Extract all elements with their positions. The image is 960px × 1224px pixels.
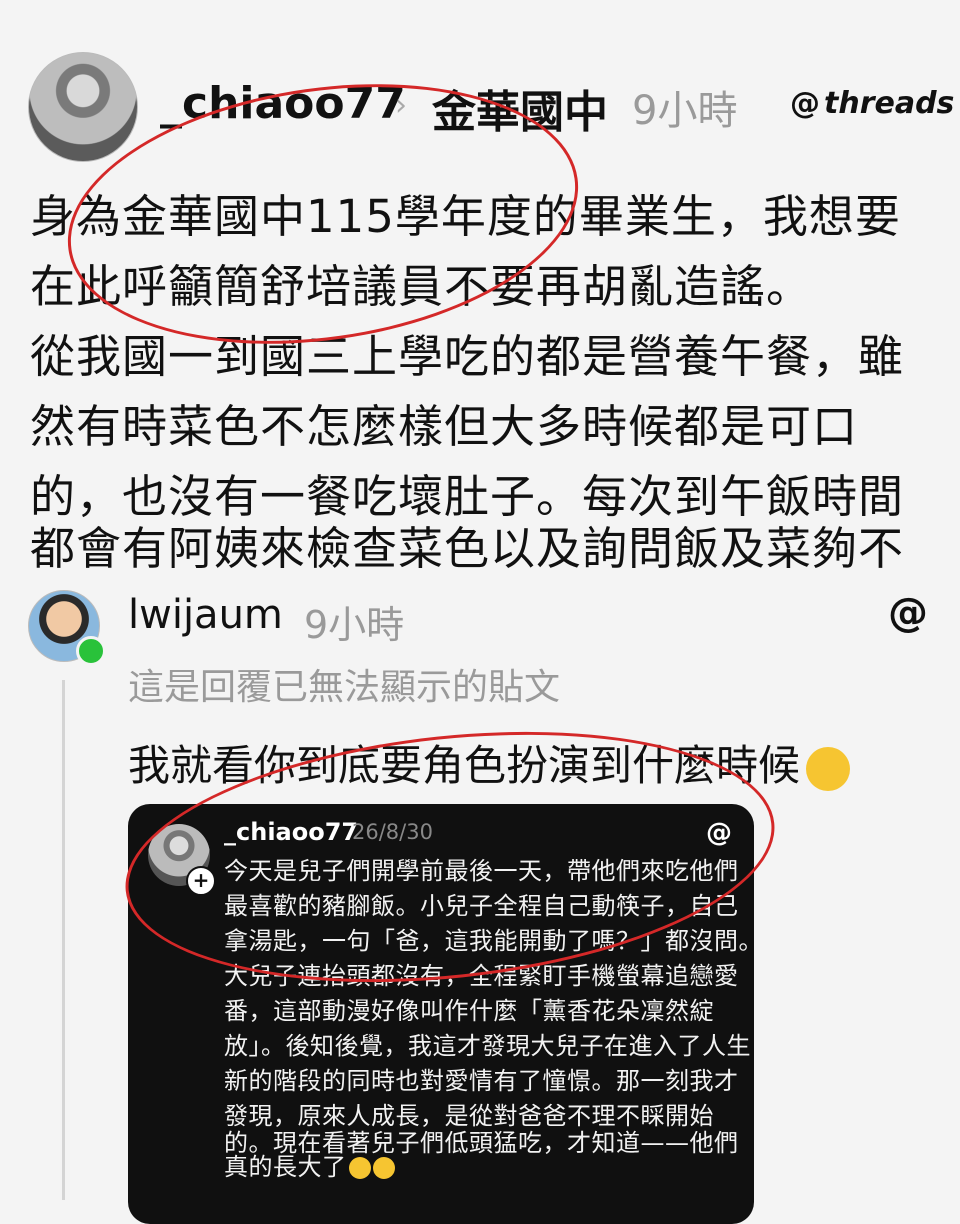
chevron-right-icon: ›: [395, 88, 407, 123]
quoted-post-date: 26/8/30: [352, 820, 433, 844]
follow-plus-icon: +: [186, 866, 216, 896]
crying-emoji-icon: [372, 1157, 395, 1179]
reply-author-username[interactable]: lwijaum: [128, 592, 283, 638]
quoted-author-username: _chiaoo77: [224, 818, 359, 846]
post-body-line: 身為金華國中115學年度的畢業生，我想要: [30, 190, 901, 243]
reply-body: 我就看你到底要角色扮演到什麼時候: [128, 732, 851, 793]
post-body-line: 在此呼籲簡舒培議員不要再胡亂造謠。: [30, 260, 813, 313]
threads-icon: @: [790, 86, 820, 121]
reply-timestamp: 9小時: [304, 603, 405, 647]
quoted-body-line: 今天是兒子們開學前最後一天，帶他們來吃他們: [224, 857, 739, 885]
thread-connector-line: [62, 680, 65, 1200]
post-timestamp: 9小時: [632, 88, 738, 134]
threads-logo: @ threads: [790, 86, 954, 121]
quoted-body-line: 番，這部動漫好像叫作什麼「薰香花朵凜然綻: [224, 997, 714, 1025]
quoted-body-line: 最喜歡的豬腳飯。小兒子全程自己動筷子，自己: [224, 892, 739, 920]
raised-eyebrow-emoji-icon: [806, 746, 851, 791]
threads-wordmark: threads: [824, 86, 955, 121]
quoted-body-line: 放」。後知後覺，我這才發現大兒子在進入了人生: [224, 1032, 751, 1060]
post-body-line: 都會有阿姨來檢查菜色以及詢問飯及菜夠不: [30, 522, 905, 575]
quoted-body-line: 大兒子連抬頭都沒有，全程緊盯手機螢幕追戀愛: [224, 962, 739, 990]
quoted-body-text: 真的長大了: [224, 1153, 347, 1181]
quoted-body-line: 真的長大了: [224, 1150, 395, 1185]
quoted-body-line: 新的階段的同時也對愛情有了憧憬。那一刻我才: [224, 1067, 739, 1095]
unavailable-post-notice: 這是回覆已無法顯示的貼文: [128, 667, 561, 708]
post-body-line: 從我國一到國三上學吃的都是營養午餐，雖: [30, 330, 905, 383]
post-body-line: 然有時菜色不怎麼樣但大多時候都是可口: [30, 400, 859, 453]
reply-body-text: 我就看你到底要角色扮演到什麼時候: [128, 741, 801, 790]
online-status-dot: [76, 636, 106, 666]
post-community-name[interactable]: 金華國中: [432, 76, 608, 140]
threads-icon[interactable]: @: [888, 590, 928, 636]
quoted-body-line: 拿湯匙，一句「爸，這我能開動了嗎？」都沒問。: [224, 927, 763, 955]
post-author-username[interactable]: _chiaoo77: [160, 78, 406, 129]
post-author-avatar[interactable]: [28, 52, 138, 162]
threads-icon: @: [706, 818, 732, 848]
crying-emoji-icon: [348, 1157, 371, 1179]
